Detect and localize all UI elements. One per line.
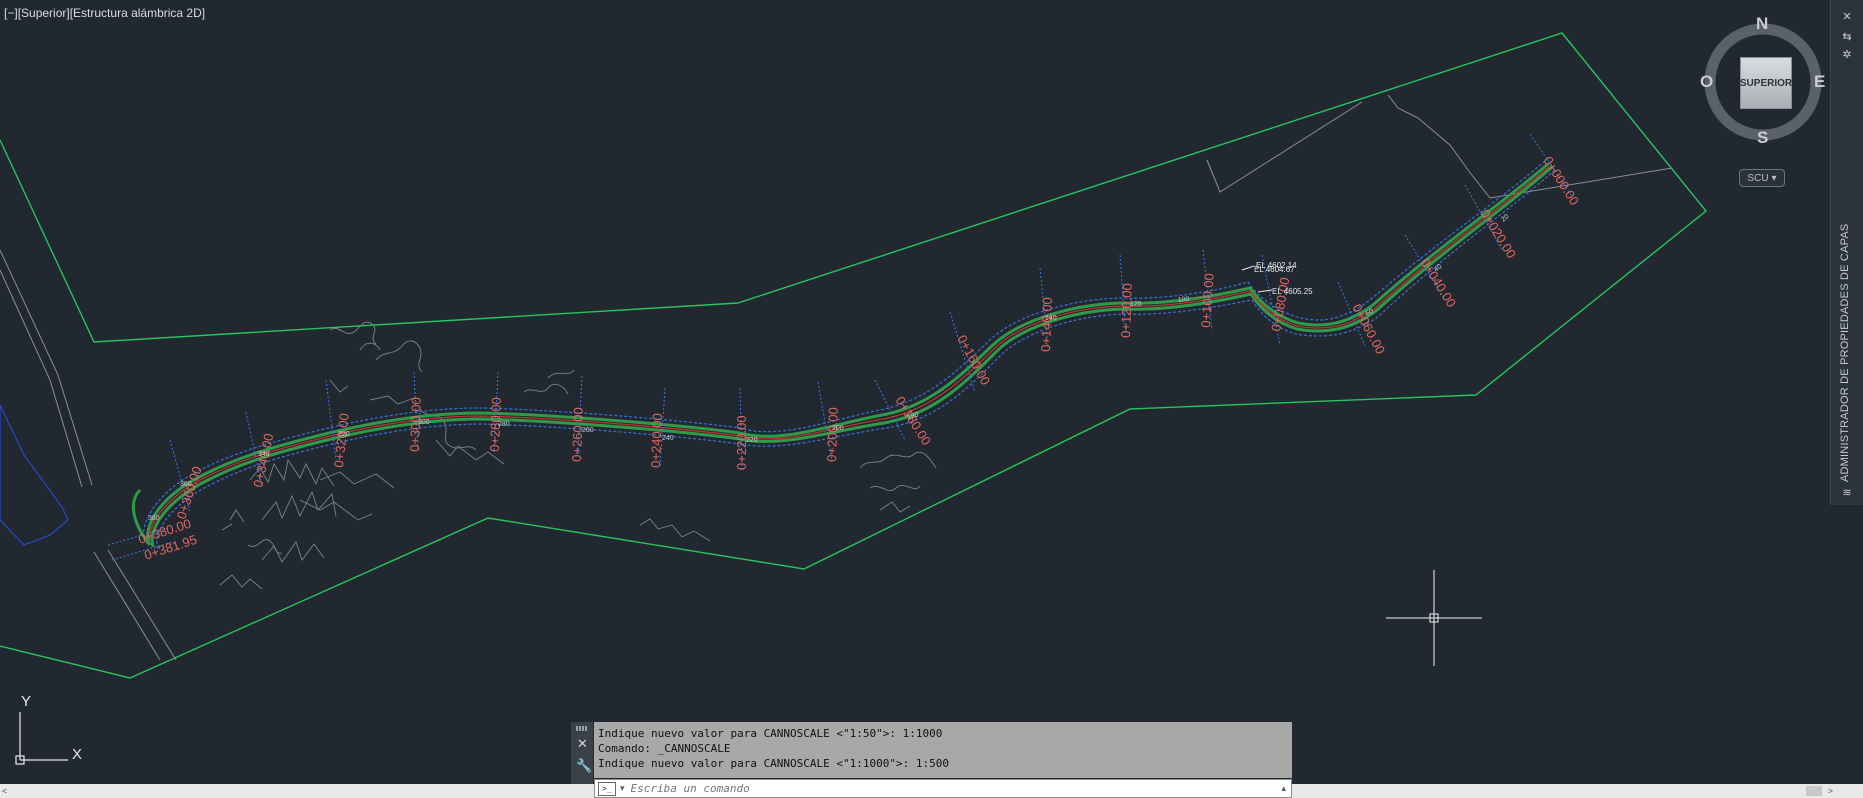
station-label: 0+200.00 xyxy=(824,407,841,462)
history-line: Comando: _CANNOSCALE xyxy=(598,742,731,755)
drawing-canvas[interactable]: 0+000.00 0+020.00 0+040.00 0+060.00 0+08… xyxy=(0,0,1863,798)
ucs-icon[interactable] xyxy=(15,712,68,765)
scroll-left-icon[interactable]: < xyxy=(2,784,7,798)
station-ticks xyxy=(107,133,1573,561)
viewport-controls-menu[interactable]: [−] xyxy=(4,6,18,20)
close-icon[interactable]: ✕ xyxy=(577,736,588,752)
view-menu[interactable]: [Superior] xyxy=(18,6,70,20)
scroll-thumb[interactable] xyxy=(1806,786,1822,796)
road-alignment[interactable] xyxy=(131,160,1556,551)
drag-handle-icon[interactable] xyxy=(576,726,588,731)
auto-hide-icon[interactable]: ⇆ xyxy=(1839,30,1855,44)
blue-feature xyxy=(0,404,69,546)
compass-north[interactable]: N xyxy=(1756,14,1768,34)
svg-text:360: 360 xyxy=(180,481,192,488)
station-labels: 0+000.00 0+020.00 0+040.00 0+060.00 0+08… xyxy=(136,154,1582,563)
elevation-label: EL 4605.25 xyxy=(1272,287,1313,296)
wrench-icon[interactable]: 🔧 xyxy=(576,758,592,774)
svg-text:300: 300 xyxy=(418,419,430,426)
viewport-controls[interactable]: [−][Superior][Estructura alámbrica 2D] xyxy=(4,6,205,20)
svg-text:120: 120 xyxy=(1130,301,1142,308)
gear-icon[interactable]: ✲ xyxy=(1839,48,1855,62)
command-prompt-icon[interactable]: >_ xyxy=(598,781,616,796)
svg-text:200: 200 xyxy=(832,425,844,432)
palette-title[interactable]: ADMINISTRADOR DE PROPIEDADES DE CAPAS xyxy=(1839,224,1857,482)
viewcube[interactable]: SUPERIOR N S E O xyxy=(1700,14,1825,174)
station-label: 0+080.00 xyxy=(1268,276,1292,332)
layer-properties-palette[interactable]: ✕ ⇆ ✲ ADMINISTRADOR DE PROPIEDADES DE CA… xyxy=(1830,0,1863,505)
svg-text:380: 380 xyxy=(148,515,160,522)
command-input[interactable] xyxy=(628,781,1282,796)
ucs-x-label: X xyxy=(72,746,82,763)
chevron-down-icon: ▾ xyxy=(1771,172,1777,184)
scroll-right-icon[interactable]: > xyxy=(1828,784,1833,798)
svg-text:100: 100 xyxy=(1178,296,1190,304)
ucs-dropdown[interactable]: SCU ▾ xyxy=(1739,169,1785,187)
station-label: 0+360.00 xyxy=(174,464,205,521)
compass-east[interactable]: E xyxy=(1814,72,1825,92)
station-label: 0+000.00 xyxy=(1540,154,1582,208)
command-history: Indique nuevo valor para CANNOSCALE <"1:… xyxy=(594,722,1292,778)
station-label: 0+020.00 xyxy=(1477,207,1519,261)
svg-text:220: 220 xyxy=(746,437,758,444)
station-label: 0+120.00 xyxy=(1118,283,1135,338)
layers-icon[interactable]: ≋ xyxy=(1839,486,1855,500)
chevron-up-icon[interactable]: ▴ xyxy=(1281,783,1286,794)
history-line: Indique nuevo valor para CANNOSCALE <"1:… xyxy=(598,727,943,740)
ucs-dropdown-label: SCU xyxy=(1747,172,1769,184)
history-line: Indique nuevo valor para CANNOSCALE <"1:… xyxy=(598,757,949,770)
existing-features xyxy=(0,94,1673,661)
visual-style-menu[interactable]: [Estructura alámbrica 2D] xyxy=(70,6,205,20)
chevron-down-icon[interactable]: ▾ xyxy=(620,783,625,794)
station-label: 0+100.00 xyxy=(1198,273,1217,329)
svg-text:280: 280 xyxy=(498,421,510,428)
svg-text:340: 340 xyxy=(258,451,270,458)
station-label: 0+320.00 xyxy=(331,412,352,468)
centerline xyxy=(148,165,1551,546)
command-input-bar[interactable]: >_ ▾ ▴ xyxy=(594,779,1292,798)
station-label: 0+140.00 xyxy=(1038,297,1055,352)
compass-south[interactable]: S xyxy=(1757,128,1768,148)
svg-text:240: 240 xyxy=(662,435,674,442)
elevation-label: EL 4604.67 xyxy=(1254,265,1295,274)
model-viewport[interactable]: 0+000.00 0+020.00 0+040.00 0+060.00 0+08… xyxy=(0,0,1863,798)
boundary-polyline[interactable] xyxy=(0,32,1707,679)
svg-text:260: 260 xyxy=(582,427,594,434)
station-label: 0+260.00 xyxy=(569,407,586,462)
ucs-y-label: Y xyxy=(21,693,31,710)
svg-text:320: 320 xyxy=(338,431,350,438)
crosshair-cursor xyxy=(1386,570,1482,666)
viewcube-face-top[interactable]: SUPERIOR xyxy=(1740,57,1792,109)
svg-text:140: 140 xyxy=(1045,315,1057,322)
close-icon[interactable]: ✕ xyxy=(1839,10,1855,24)
minor-labels: 20 40 60 100 120 140 180 200 220 240 260… xyxy=(148,213,1510,522)
svg-text:20: 20 xyxy=(1500,213,1511,223)
compass-west[interactable]: O xyxy=(1700,72,1713,92)
